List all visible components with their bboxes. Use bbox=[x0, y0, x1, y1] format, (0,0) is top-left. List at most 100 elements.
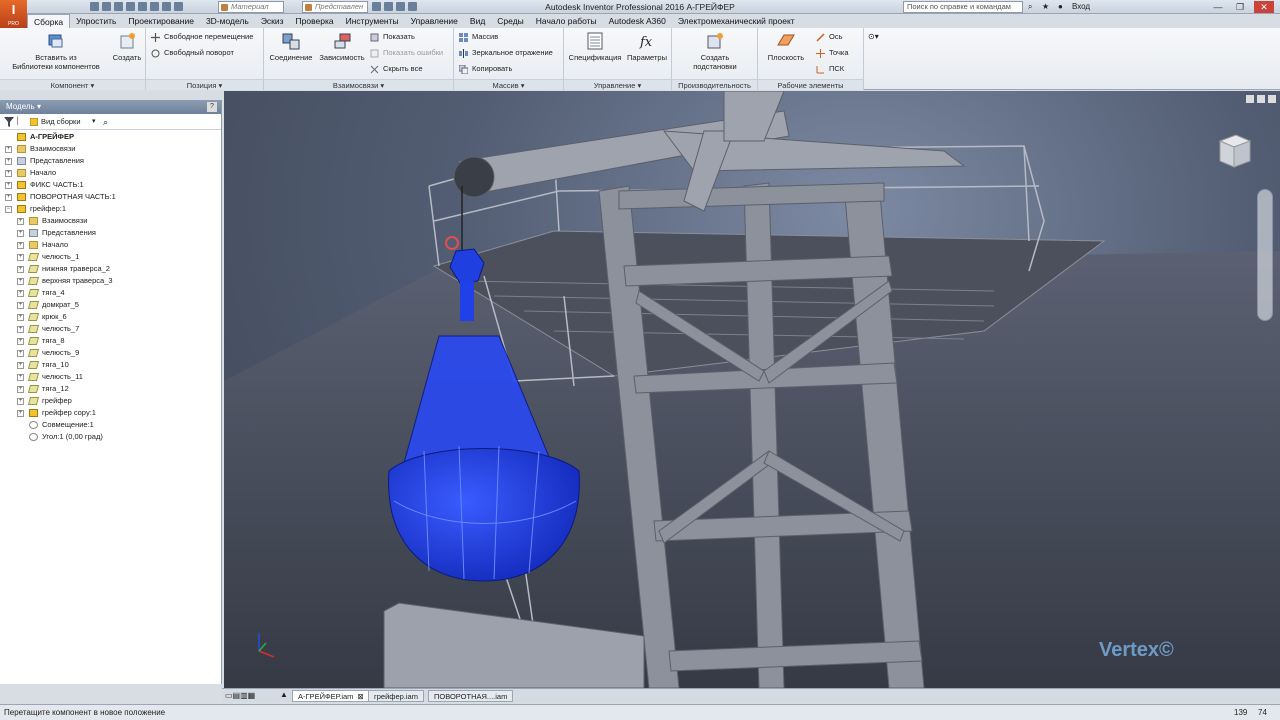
panel-title-pattern[interactable]: Массив ▾ bbox=[454, 79, 563, 90]
ribbon-tab[interactable]: Инструменты bbox=[340, 14, 405, 28]
ribbon-tab[interactable]: Эскиз bbox=[255, 14, 290, 28]
tree-node[interactable]: + тяга_12 bbox=[0, 383, 221, 395]
create-substitutes-button[interactable]: Создать подстановки bbox=[684, 31, 746, 71]
chevron-down-icon[interactable]: ▾ bbox=[92, 114, 96, 130]
free-rotate-button[interactable]: Свободный поворот bbox=[151, 48, 234, 58]
filter-icon[interactable] bbox=[4, 117, 14, 127]
expand-toggle-icon[interactable]: + bbox=[17, 254, 24, 261]
expand-toggle-icon[interactable]: + bbox=[17, 230, 24, 237]
tree-node[interactable]: − грейфер:1 bbox=[0, 203, 221, 215]
ribbon-tab[interactable]: Упростить bbox=[70, 14, 122, 28]
tree-node[interactable]: + нижняя траверса_2 bbox=[0, 263, 221, 275]
user-icon[interactable]: ● bbox=[1058, 2, 1063, 11]
document-tab[interactable]: грейфер.iam bbox=[368, 690, 424, 702]
show-sick-button[interactable]: Показать ошибки bbox=[370, 48, 443, 58]
expand-toggle-icon[interactable]: + bbox=[17, 350, 24, 357]
ribbon-tab[interactable]: Управление bbox=[405, 14, 464, 28]
hide-all-button[interactable]: Скрыть все bbox=[370, 64, 423, 74]
joint-button[interactable]: Соединение bbox=[267, 31, 315, 62]
tree-node[interactable]: + челюсть_7 bbox=[0, 323, 221, 335]
tree-node[interactable]: + Представления bbox=[0, 155, 221, 167]
bom-button[interactable]: Спецификация bbox=[566, 31, 624, 62]
tree-node[interactable]: + крюк_6 bbox=[0, 311, 221, 323]
doc-menu-icon[interactable]: ▲ bbox=[280, 690, 288, 699]
ribbon-tab[interactable]: 3D-модель bbox=[200, 14, 255, 28]
tree-node[interactable]: + Начало bbox=[0, 239, 221, 251]
tree-node[interactable]: + домкрат_5 bbox=[0, 299, 221, 311]
ribbon-tab[interactable]: Autodesk A360 bbox=[603, 14, 672, 28]
document-tab[interactable]: ПОВОРОТНАЯ....iam bbox=[428, 690, 514, 702]
tile-icons[interactable]: ▭▤▥▦ bbox=[225, 691, 255, 700]
binoculars-icon[interactable]: ⌕ bbox=[1028, 2, 1032, 12]
tree-node[interactable]: + ФИКС ЧАСТЬ:1 bbox=[0, 179, 221, 191]
ucs-button[interactable]: ПСК bbox=[816, 64, 844, 74]
ribbon-tab[interactable]: Проверка bbox=[290, 14, 340, 28]
browser-help-icon[interactable]: ? bbox=[207, 102, 217, 112]
expand-toggle-icon[interactable]: + bbox=[17, 218, 24, 225]
expand-toggle-icon[interactable]: + bbox=[17, 266, 24, 273]
tree-node[interactable]: + тяга_4 bbox=[0, 287, 221, 299]
expand-toggle-icon[interactable]: + bbox=[17, 410, 24, 417]
find-icon[interactable]: ⌕ bbox=[103, 114, 108, 130]
tree-node[interactable]: + Начало bbox=[0, 167, 221, 179]
scene-3d[interactable] bbox=[224, 91, 1280, 688]
create-component-button[interactable]: Создать bbox=[110, 31, 144, 62]
insert-from-library-button[interactable]: Вставить из Библиотеки компонентов bbox=[6, 31, 106, 71]
point-button[interactable]: Точка bbox=[816, 48, 849, 58]
free-move-button[interactable]: Свободное перемещение bbox=[151, 32, 253, 42]
tree-node[interactable]: А-ГРЕЙФЕР bbox=[0, 131, 221, 143]
expand-toggle-icon[interactable]: − bbox=[5, 206, 12, 213]
ribbon-tab[interactable]: Начало работы bbox=[530, 14, 603, 28]
vp-close-icon[interactable] bbox=[1268, 95, 1276, 103]
constrain-button[interactable]: Зависимость bbox=[316, 31, 368, 62]
panel-title-component[interactable]: Компонент ▾ bbox=[0, 79, 145, 90]
tree-node[interactable]: + грейфер copy:1 bbox=[0, 407, 221, 419]
expand-toggle-icon[interactable]: + bbox=[17, 386, 24, 393]
navigation-bar[interactable] bbox=[1257, 189, 1273, 321]
expand-toggle-icon[interactable]: + bbox=[17, 326, 24, 333]
expand-toggle-icon[interactable]: + bbox=[17, 398, 24, 405]
axis-button[interactable]: Ось bbox=[816, 32, 843, 42]
minimize-button[interactable]: — bbox=[1208, 1, 1228, 13]
mirror-button[interactable]: Зеркальное отражение bbox=[459, 48, 553, 58]
star-icon[interactable]: ★ bbox=[1042, 2, 1049, 11]
panel-title-relationships[interactable]: Взаимосвязи ▾ bbox=[264, 79, 453, 90]
vp-restore-icon[interactable] bbox=[1257, 95, 1265, 103]
expand-toggle-icon[interactable]: + bbox=[5, 146, 12, 153]
ribbon-tab[interactable]: Проектирование bbox=[122, 14, 200, 28]
tree-node[interactable]: + челюсть_1 bbox=[0, 251, 221, 263]
tree-node[interactable]: + верхняя траверса_3 bbox=[0, 275, 221, 287]
panel-title-position[interactable]: Позиция ▾ bbox=[146, 79, 263, 90]
show-button[interactable]: Показать bbox=[370, 32, 415, 42]
expand-toggle-icon[interactable]: + bbox=[17, 338, 24, 345]
tree-node[interactable]: + Взаимосвязи bbox=[0, 215, 221, 227]
expand-toggle-icon[interactable]: + bbox=[5, 194, 12, 201]
ribbon-tab[interactable]: Вид bbox=[464, 14, 491, 28]
tree-node[interactable]: + грейфер bbox=[0, 395, 221, 407]
expand-toggle-icon[interactable]: + bbox=[17, 374, 24, 381]
close-icon[interactable]: ⊠ bbox=[357, 692, 363, 701]
expand-toggle-icon[interactable]: + bbox=[17, 314, 24, 321]
browser-title[interactable]: Модель ▾ bbox=[6, 102, 41, 111]
expand-toggle-icon[interactable]: + bbox=[17, 302, 24, 309]
application-menu-button[interactable]: I PRO bbox=[0, 0, 27, 28]
close-button[interactable]: ✕ bbox=[1254, 1, 1274, 13]
vp-minimize-icon[interactable] bbox=[1246, 95, 1254, 103]
expand-toggle-icon[interactable]: + bbox=[17, 278, 24, 285]
viewcube[interactable] bbox=[1214, 131, 1254, 171]
expand-toggle-icon[interactable]: + bbox=[17, 290, 24, 297]
expand-toggle-icon[interactable]: + bbox=[5, 158, 12, 165]
pattern-button[interactable]: Массив bbox=[459, 32, 498, 42]
ribbon-tab[interactable]: Среды bbox=[491, 14, 529, 28]
view-dropdown[interactable]: Вид сборки bbox=[41, 114, 81, 130]
copy-button[interactable]: Копировать bbox=[459, 64, 512, 74]
tree-node[interactable]: Угол:1 (0,00 град) bbox=[0, 431, 221, 443]
expand-toggle-icon[interactable]: + bbox=[5, 182, 12, 189]
tree-node[interactable]: + тяга_8 bbox=[0, 335, 221, 347]
ribbon-tab[interactable]: Электромеханический проект bbox=[672, 14, 801, 28]
tree-node[interactable]: + Представления bbox=[0, 227, 221, 239]
ribbon-tab[interactable]: Сборка bbox=[27, 14, 71, 28]
expand-toggle-icon[interactable]: + bbox=[17, 362, 24, 369]
help-search-input[interactable]: Поиск по справке и командам bbox=[903, 1, 1023, 13]
tree-node[interactable]: + челюсть_9 bbox=[0, 347, 221, 359]
